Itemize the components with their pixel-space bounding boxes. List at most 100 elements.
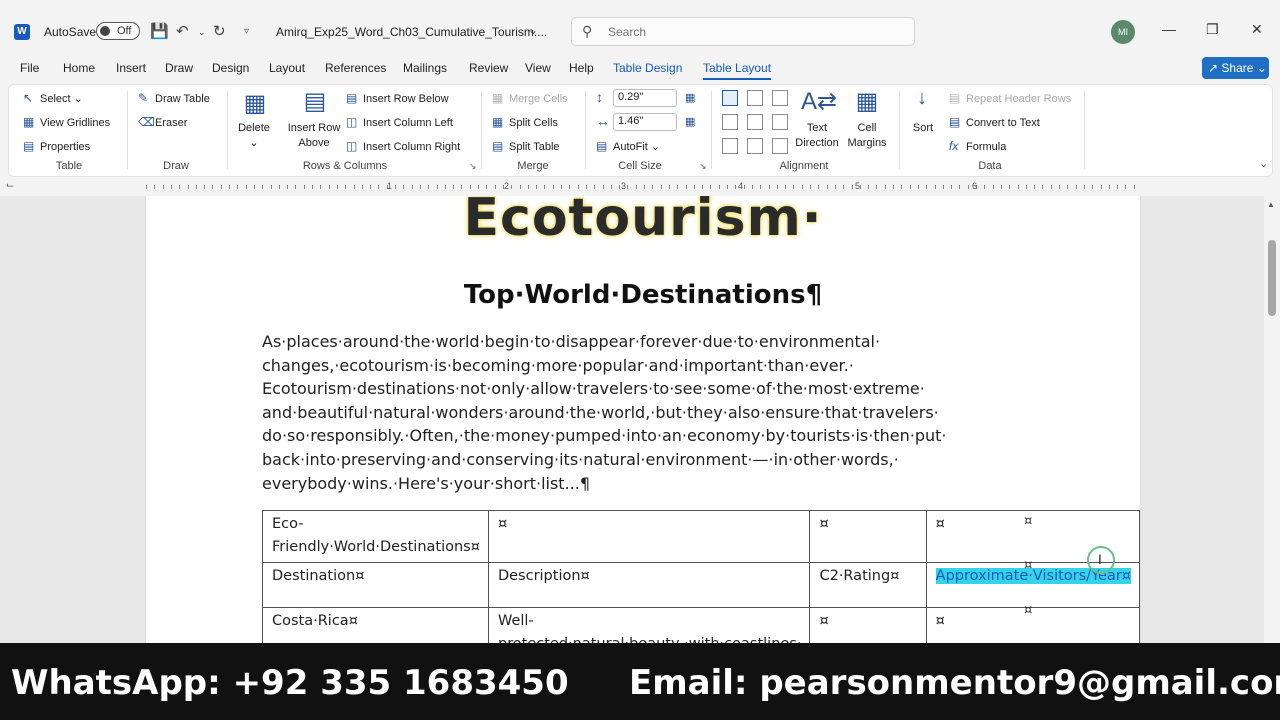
table-cell[interactable]: ¤ (925, 607, 1141, 643)
save-icon[interactable]: 💾 (150, 22, 169, 40)
rows-columns-launcher-icon[interactable]: ↘ (469, 161, 477, 172)
convert-to-text-button[interactable]: ▤ Convert to Text (949, 115, 1040, 129)
split-table-button[interactable]: ▤ Split Table (492, 139, 560, 153)
align-top-left-icon[interactable] (722, 90, 738, 106)
table-cell[interactable]: ¤ (809, 510, 927, 563)
insert-row-above-icon: ▤ (303, 88, 327, 115)
redo-icon[interactable]: ↻ (213, 22, 226, 40)
eraser-button[interactable]: ⌫Eraser (138, 115, 187, 129)
vertical-scrollbar[interactable]: ▲ (1264, 196, 1280, 643)
autosave-toggle[interactable]: Off (96, 22, 140, 40)
close-icon[interactable]: ✕ (1251, 21, 1263, 38)
table-cell[interactable]: ¤ (809, 607, 927, 643)
insert-row-above-button[interactable]: Insert Row Above (283, 121, 345, 151)
insert-column-left-icon: ◫ (346, 115, 358, 129)
align-center-left-icon[interactable] (722, 114, 738, 130)
tab-selector-icon[interactable]: ⌙ (6, 180, 14, 191)
table-cell[interactable]: Well-protected·natural·beauty,·with·coas… (487, 607, 811, 643)
minimize-icon[interactable]: — (1162, 21, 1176, 37)
user-avatar[interactable]: MI (1111, 20, 1135, 44)
ruler-tick (336, 185, 338, 189)
title-chevron-down-icon[interactable]: ⌄ (528, 23, 538, 37)
distribute-rows-icon[interactable]: ▦ (685, 91, 695, 104)
paragraph-line: back·into·preserving·and·conserving·its·… (262, 449, 899, 469)
table-cell[interactable]: Costa·Rica¤ (262, 607, 489, 643)
tab-help[interactable]: Help (569, 61, 594, 75)
ruler-tick (511, 185, 513, 189)
row-height-input[interactable]: 0.29" (613, 89, 677, 107)
tab-table-layout[interactable]: Table Layout (703, 61, 772, 80)
row-height-icon: ↕ (596, 89, 603, 105)
tab-references[interactable]: References (325, 61, 386, 75)
table-cell[interactable]: C2·Rating¤ (809, 562, 927, 608)
destinations-table[interactable]: Eco-Friendly·World·Destinations¤ ¤ ¤ ¤ D… (262, 510, 1141, 643)
cell-margins-button[interactable]: Cell Margins (841, 121, 893, 151)
document-page[interactable]: Ecotourism· Top·World·Destinations¶ As·p… (146, 196, 1141, 643)
align-bottom-center-icon[interactable] (747, 138, 763, 154)
split-cells-button[interactable]: ▦ Split Cells (492, 115, 558, 129)
ruler-tick (735, 185, 737, 189)
ruler-tick (478, 185, 479, 189)
undo-icon[interactable]: ↶ (176, 22, 189, 40)
ruler-tick (992, 185, 994, 189)
ribbon-collapse-chevron-icon[interactable]: ⌄ (1259, 157, 1268, 170)
undo-dropdown-icon[interactable]: ⌄ (198, 27, 206, 38)
table-cell[interactable]: Description¤ (487, 562, 811, 608)
delete-button[interactable]: Delete ⌄ (231, 121, 277, 151)
ruler-tick (627, 185, 629, 189)
distribute-columns-icon[interactable]: ▦ (685, 115, 695, 128)
align-center-icon[interactable] (747, 114, 763, 130)
tab-draw[interactable]: Draw (165, 61, 193, 75)
horizontal-ruler[interactable]: ⌙ 1 2 3 4 5 6 (0, 178, 1280, 196)
tab-home[interactable]: Home (63, 61, 95, 75)
align-bottom-right-icon[interactable] (772, 138, 788, 154)
tab-layout[interactable]: Layout (269, 61, 305, 75)
ruler-tick (917, 185, 919, 189)
properties-button[interactable]: ▤ Properties (23, 139, 90, 153)
cell-size-launcher-icon[interactable]: ↘ (699, 161, 707, 172)
restore-icon[interactable]: ❐ (1206, 21, 1219, 38)
table-cell[interactable]: Eco-Friendly·World·Destinations¤ (262, 510, 489, 563)
table-cell[interactable]: Destination¤ (262, 562, 489, 608)
draw-table-button[interactable]: ✎ Draw Table (138, 91, 210, 105)
table-row: Costa·Rica¤ Well-protected·natural·beaut… (262, 607, 1141, 643)
repeat-header-rows-button[interactable]: ▤ Repeat Header Rows (949, 91, 1071, 105)
formula-button[interactable]: fx Formula (949, 139, 1006, 153)
insert-column-right-button[interactable]: ◫ Insert Column Right (346, 139, 460, 153)
insert-column-left-button[interactable]: ◫ Insert Column Left (346, 115, 453, 129)
tab-file[interactable]: File (20, 61, 39, 75)
view-gridlines-button[interactable]: ▦ View Gridlines (23, 115, 110, 129)
customize-qat-icon[interactable]: ▿ (244, 26, 249, 37)
tab-design[interactable]: Design (212, 61, 249, 75)
separator (481, 91, 482, 169)
intro-paragraph[interactable]: As·places·around·the·world·begin·to·disa… (262, 330, 1042, 495)
sort-button[interactable]: Sort (907, 121, 939, 136)
ruler-tick (1009, 185, 1011, 189)
insert-row-below-button[interactable]: ▤ Insert Row Below (346, 91, 449, 105)
tab-insert[interactable]: Insert (116, 61, 146, 75)
document-title[interactable]: Amirq_Exp25_Word_Ch03_Cumulative_Tourism… (276, 25, 547, 39)
mouse-cursor-highlight: I (1087, 546, 1115, 574)
text-direction-button[interactable]: Text Direction (791, 121, 843, 151)
share-button[interactable]: ↗ Share ⌄ (1202, 57, 1269, 79)
tab-table-design[interactable]: Table Design (613, 61, 682, 75)
search-input[interactable] (608, 22, 898, 42)
merge-cells-button[interactable]: ▦ Merge Cells (492, 91, 568, 105)
select-button[interactable]: ↖ Select ⌄ (23, 91, 83, 105)
tab-review[interactable]: Review (469, 61, 508, 75)
table-cell[interactable]: ¤ (487, 510, 811, 563)
align-bottom-left-icon[interactable] (722, 138, 738, 154)
align-top-center-icon[interactable] (747, 90, 763, 106)
document-title-heading[interactable]: Ecotourism· (146, 196, 1140, 248)
separator (127, 91, 128, 169)
align-top-right-icon[interactable] (772, 90, 788, 106)
search-box[interactable]: ⚲ (571, 17, 915, 46)
autofit-button[interactable]: ▤ AutoFit ⌄ (596, 139, 660, 153)
scrollbar-thumb[interactable] (1268, 240, 1276, 316)
tab-view[interactable]: View (525, 61, 551, 75)
align-center-right-icon[interactable] (772, 114, 788, 130)
column-width-input[interactable]: 1.46" (613, 113, 677, 131)
scroll-up-arrow-icon[interactable]: ▲ (1267, 200, 1275, 209)
document-subtitle[interactable]: Top·World·Destinations¶ (146, 280, 1140, 310)
tab-mailings[interactable]: Mailings (403, 61, 447, 75)
